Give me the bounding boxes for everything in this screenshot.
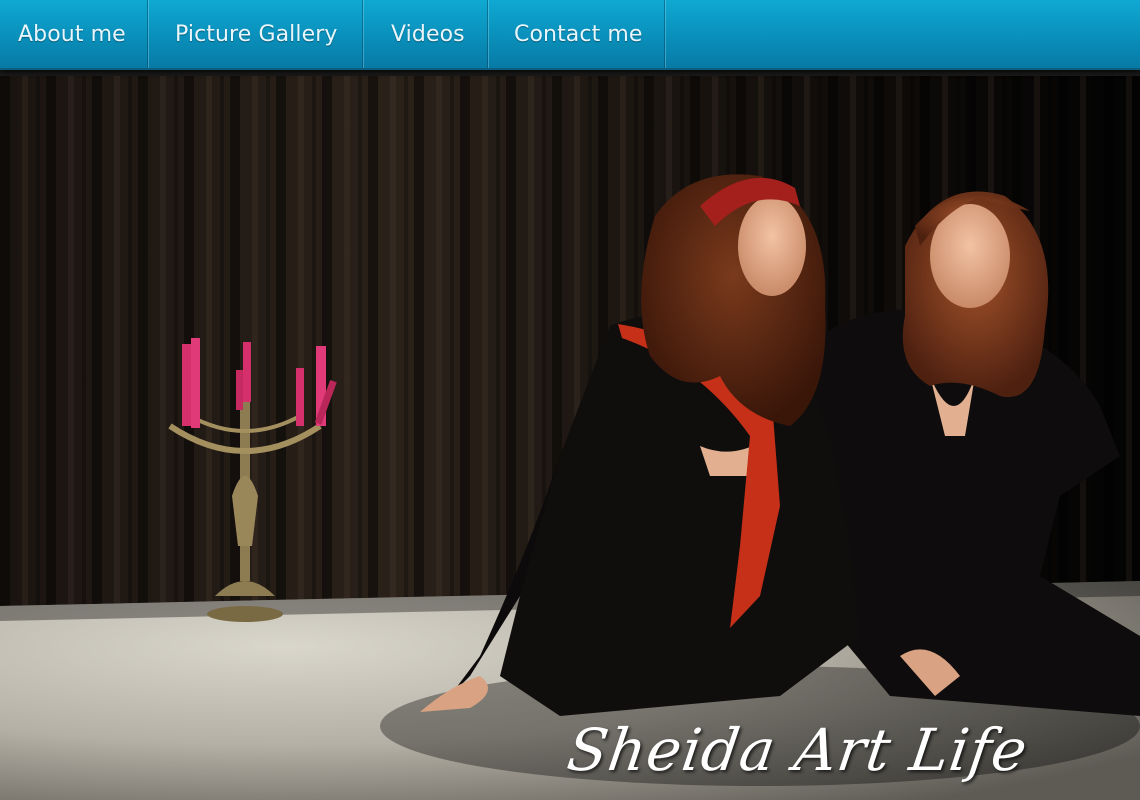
nav-item-label: About me [18, 21, 126, 47]
hero-banner: Sheida Art Life [0, 76, 1140, 800]
nav-item-label: Videos [391, 21, 465, 47]
nav-item-contact-me[interactable]: Contact me [488, 0, 665, 68]
nav-item-label: Picture Gallery [175, 21, 338, 47]
nav-item-picture-gallery[interactable]: Picture Gallery [148, 0, 363, 68]
top-navigation: About me Picture Gallery Videos Contact … [0, 0, 1140, 70]
nav-item-label: Contact me [514, 21, 643, 47]
stage-performance-photo [0, 76, 1140, 800]
nav-item-videos[interactable]: Videos [363, 0, 488, 68]
site-title: Sheida Art Life [563, 716, 1033, 784]
nav-item-about-me[interactable]: About me [0, 0, 148, 68]
